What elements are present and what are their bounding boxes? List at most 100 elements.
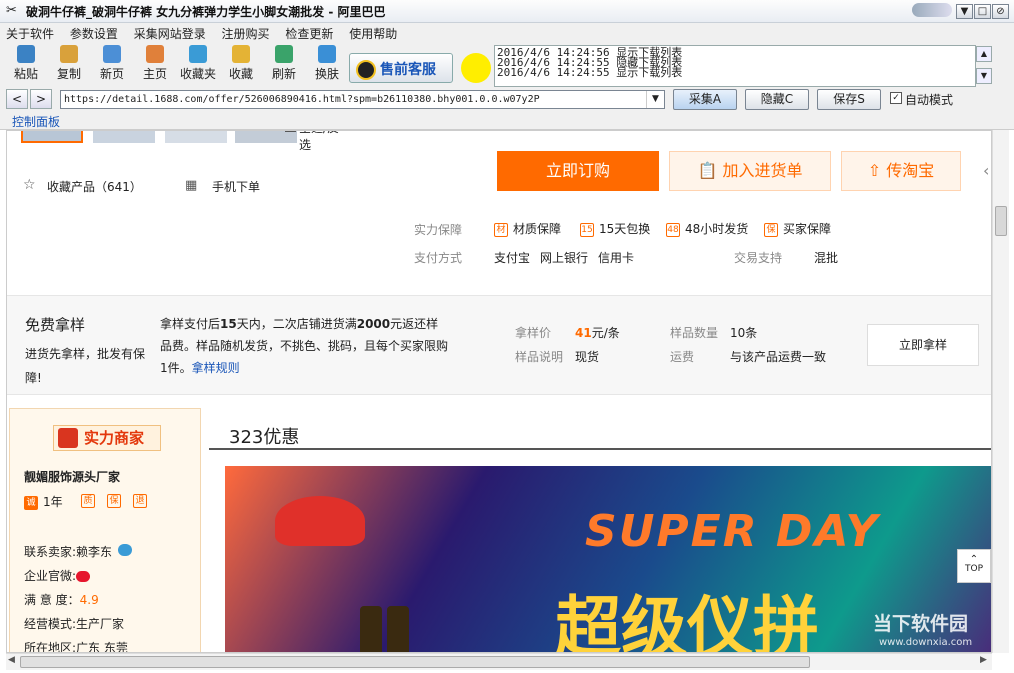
buyer-text: 买家保障 bbox=[783, 222, 832, 236]
weibo-icon[interactable] bbox=[76, 571, 91, 582]
weibo-label: 企业官微: bbox=[24, 569, 77, 583]
collect-label: 收藏 bbox=[228, 67, 253, 81]
upload-icon: ⇧ bbox=[867, 161, 887, 180]
url-input[interactable]: https://detail.1688.com/offer/5260068904… bbox=[60, 90, 665, 109]
paste-button[interactable]: 粘贴 bbox=[6, 45, 46, 82]
menu-settings[interactable]: 参数设置 bbox=[64, 23, 124, 44]
sample-rule-link[interactable]: 拿样规则 bbox=[192, 361, 240, 375]
close-button[interactable]: ⊘ bbox=[992, 4, 1009, 19]
exchange-text: 15天包换 bbox=[599, 222, 651, 236]
pay-alipay: 支付宝 bbox=[494, 251, 531, 265]
refresh-button[interactable]: 刷新 bbox=[264, 45, 304, 82]
add-to-cart-button[interactable]: 📋 加入进货单 bbox=[669, 151, 831, 191]
minimize-button[interactable]: ▼ bbox=[956, 4, 973, 19]
banner-headline: SUPER DAY bbox=[585, 506, 880, 557]
watermark-url: www.downxia.com bbox=[879, 637, 973, 648]
weibo-row: 企业官微: bbox=[24, 567, 91, 584]
shop-name[interactable]: 靓媚服饰源头厂家 bbox=[24, 468, 120, 485]
seller-badge-label: 实力商家 bbox=[84, 429, 145, 447]
copy-icon bbox=[60, 45, 78, 63]
qq-label: 售前客服 bbox=[380, 62, 436, 78]
select-all-checkbox[interactable] bbox=[285, 131, 296, 132]
scroll-thumb[interactable] bbox=[20, 656, 810, 668]
thumbnail-strip: 全选/反选 bbox=[21, 131, 341, 153]
copy-button[interactable]: 复制 bbox=[49, 45, 89, 82]
return-icon-glyph: 退 bbox=[133, 493, 147, 508]
collect-product-link[interactable]: 收藏产品（641） bbox=[47, 178, 142, 195]
collect-a-button[interactable]: 采集A bbox=[673, 89, 737, 110]
chat-icon[interactable] bbox=[118, 544, 133, 556]
contact-row: 联系卖家:赖李东 bbox=[24, 543, 133, 560]
home-button[interactable]: 主页 bbox=[135, 45, 175, 82]
horizontal-scrollbar[interactable]: ◀ ▶ bbox=[6, 653, 992, 670]
back-to-top-button[interactable]: ⌃ TOP bbox=[957, 549, 991, 583]
area-row: 所在地区:广东 东莞 bbox=[24, 639, 128, 653]
toolbar: 粘贴 复制 新页 主页 收藏夹 收藏 刷新 换肤 售前客服 2016/4/6 1… bbox=[0, 43, 1014, 87]
url-dropdown-icon[interactable]: ▼ bbox=[646, 91, 664, 108]
qq-service-button[interactable]: 售前客服 bbox=[349, 53, 453, 83]
to-taobao-label: 传淘宝 bbox=[886, 161, 935, 180]
favorites-button[interactable]: 收藏夹 bbox=[178, 45, 218, 82]
buy-now-button[interactable]: 立即订购 bbox=[497, 151, 659, 191]
menu-register[interactable]: 注册购买 bbox=[216, 23, 276, 44]
pay-netbank: 网上银行 bbox=[540, 251, 589, 265]
top-label: TOP bbox=[964, 564, 983, 574]
mode-value: 生产厂家 bbox=[76, 617, 125, 631]
refresh-label: 刷新 bbox=[271, 67, 296, 81]
carousel-arrow-icon[interactable]: ‹ bbox=[983, 161, 989, 180]
log-scroll-down-icon[interactable]: ▼ bbox=[976, 68, 992, 84]
material-icon: 材 bbox=[494, 222, 508, 237]
menu-bar: 关于软件 参数设置 采集网站登录 注册购买 检查更新 使用帮助 bbox=[0, 23, 1014, 43]
menu-site-login[interactable]: 采集网站登录 bbox=[128, 23, 212, 44]
skin-button[interactable]: 换肤 bbox=[307, 45, 347, 82]
auto-mode-checkbox[interactable]: ✓ bbox=[890, 92, 902, 104]
new-page-button[interactable]: 新页 bbox=[92, 45, 132, 82]
back-button[interactable]: < bbox=[6, 89, 28, 109]
maximize-button[interactable]: □ bbox=[974, 4, 991, 19]
new-page-label: 新页 bbox=[99, 67, 124, 81]
window-title: 破洞牛仔裤_破洞牛仔裤 女九分裤弹力学生小脚女潮批发 - 阿里巴巴 bbox=[26, 5, 386, 19]
log-scroll-up-icon[interactable]: ▲ bbox=[976, 46, 992, 62]
to-taobao-button[interactable]: ⇧ 传淘宝 bbox=[841, 151, 961, 191]
log-box: 2016/4/6 14:24:56 显示下载列表 2016/4/6 14:24:… bbox=[494, 45, 976, 87]
log-line: 2016/4/6 14:24:55 显示下载列表 bbox=[497, 66, 683, 79]
vertical-scrollbar[interactable] bbox=[992, 130, 1009, 653]
mode-label: 经营模式: bbox=[24, 617, 77, 631]
exchange-guarantee: 15 15天包换 bbox=[580, 220, 650, 237]
scroll-right-icon[interactable]: ▶ bbox=[980, 655, 987, 665]
star-icon: ☆ bbox=[23, 177, 36, 193]
area-label: 所在地区: bbox=[24, 641, 77, 653]
mobile-order-link[interactable]: 手机下单 bbox=[212, 178, 260, 195]
auto-mode-label: 自动模式 bbox=[905, 93, 954, 107]
get-sample-button[interactable]: 立即拿样 bbox=[867, 324, 979, 366]
thumbnail[interactable] bbox=[165, 131, 227, 143]
menu-help[interactable]: 使用帮助 bbox=[343, 23, 403, 44]
cart-icon: 📋 bbox=[697, 161, 723, 180]
browser-content: 全选/反选 立即订购 📋 加入进货单 ⇧ 传淘宝 ‹ ☆ 收藏产品（641） ▦… bbox=[6, 130, 992, 653]
seller-card: 实力商家 靓媚服饰源头厂家 诚 1年 质 保 退 联系卖家:赖李东 企业官微: 满… bbox=[9, 408, 201, 653]
control-panel-tab[interactable]: 控制面板 bbox=[12, 113, 61, 131]
scroll-thumb[interactable] bbox=[995, 206, 1007, 236]
scroll-left-icon[interactable]: ◀ bbox=[8, 655, 15, 665]
home-label: 主页 bbox=[142, 67, 167, 81]
area-value: 广东 东莞 bbox=[76, 641, 128, 653]
contact-value[interactable]: 赖李东 bbox=[76, 545, 112, 559]
save-s-button[interactable]: 保存S bbox=[817, 89, 881, 110]
menu-about[interactable]: 关于软件 bbox=[0, 23, 60, 44]
home-icon bbox=[146, 45, 164, 63]
refresh-icon bbox=[275, 45, 293, 63]
collect-button[interactable]: 收藏 bbox=[221, 45, 261, 82]
sample-days: 15 bbox=[220, 317, 237, 331]
shipping-guarantee: 48 48小时发货 bbox=[666, 220, 748, 237]
app-icon: ✂ bbox=[6, 3, 17, 18]
hide-c-button[interactable]: 隐藏C bbox=[745, 89, 809, 110]
thumbnail[interactable] bbox=[93, 131, 155, 143]
thumbnail[interactable] bbox=[21, 131, 83, 143]
exchange-icon: 15 bbox=[580, 222, 594, 237]
material-guarantee: 材材质保障 bbox=[494, 220, 561, 237]
trust-icon: 诚 bbox=[24, 495, 38, 510]
menu-check-update[interactable]: 检查更新 bbox=[279, 23, 339, 44]
favorites-icon bbox=[189, 45, 207, 63]
forward-button[interactable]: > bbox=[30, 89, 52, 109]
guarantee-label: 实力保障 bbox=[414, 223, 463, 237]
